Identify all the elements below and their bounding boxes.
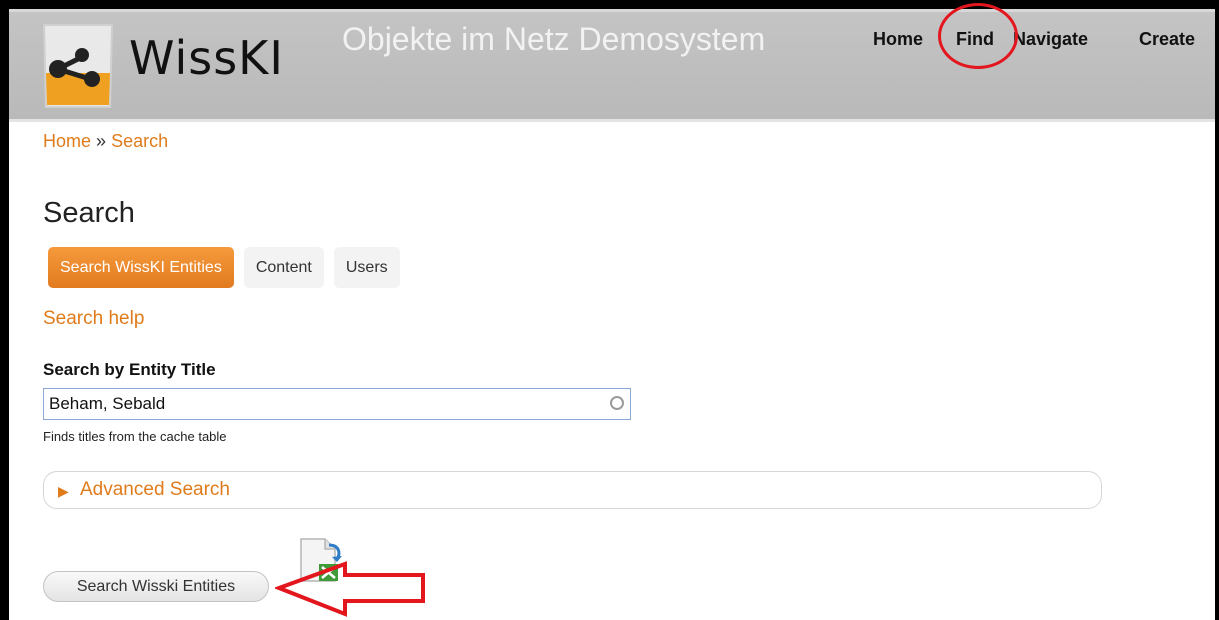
triangle-right-icon: ▶: [58, 483, 69, 499]
search-help-link[interactable]: Search help: [43, 308, 144, 330]
breadcrumb: Home » Search: [43, 131, 168, 152]
advanced-search-fieldset[interactable]: ▶ Advanced Search: [43, 471, 1102, 509]
breadcrumb-separator: »: [96, 131, 107, 151]
search-wisski-entities-button[interactable]: Search Wisski Entities: [43, 571, 269, 602]
tab-content[interactable]: Content: [243, 247, 324, 288]
advanced-search-toggle[interactable]: Advanced Search: [80, 479, 230, 501]
site-name[interactable]: Objekte im Netz Demosystem: [342, 21, 765, 58]
screenshot-frame-top: [0, 0, 1219, 9]
tab-users[interactable]: Users: [333, 247, 400, 288]
header-top-strip: [9, 9, 1215, 12]
screenshot-frame-left: [0, 0, 9, 620]
nav-home[interactable]: Home: [873, 29, 923, 50]
nav-navigate[interactable]: Navigate: [1013, 29, 1088, 50]
site-header: WissKI Objekte im Netz Demosystem Home F…: [9, 3, 1215, 122]
tab-search-wisski-entities[interactable]: Search WissKI Entities: [48, 247, 234, 288]
find-highlight-circle: [938, 3, 1018, 69]
breadcrumb-home[interactable]: Home: [43, 131, 91, 151]
logo-text[interactable]: WissKI: [129, 31, 284, 85]
circle-icon: [610, 396, 624, 410]
entity-title-label: Search by Entity Title: [43, 360, 216, 379]
field-description: Finds titles from the cache table: [43, 429, 227, 444]
screenshot-frame-right: [1215, 0, 1219, 620]
breadcrumb-search[interactable]: Search: [111, 131, 168, 151]
search-tabs: Search WissKI Entities Content Users: [48, 247, 400, 288]
page-title: Search: [43, 197, 135, 229]
entity-title-input[interactable]: [43, 388, 631, 420]
wisski-logo-icon[interactable]: [38, 21, 118, 111]
nav-create[interactable]: Create: [1139, 29, 1195, 50]
red-arrow-annotation: [275, 561, 425, 617]
